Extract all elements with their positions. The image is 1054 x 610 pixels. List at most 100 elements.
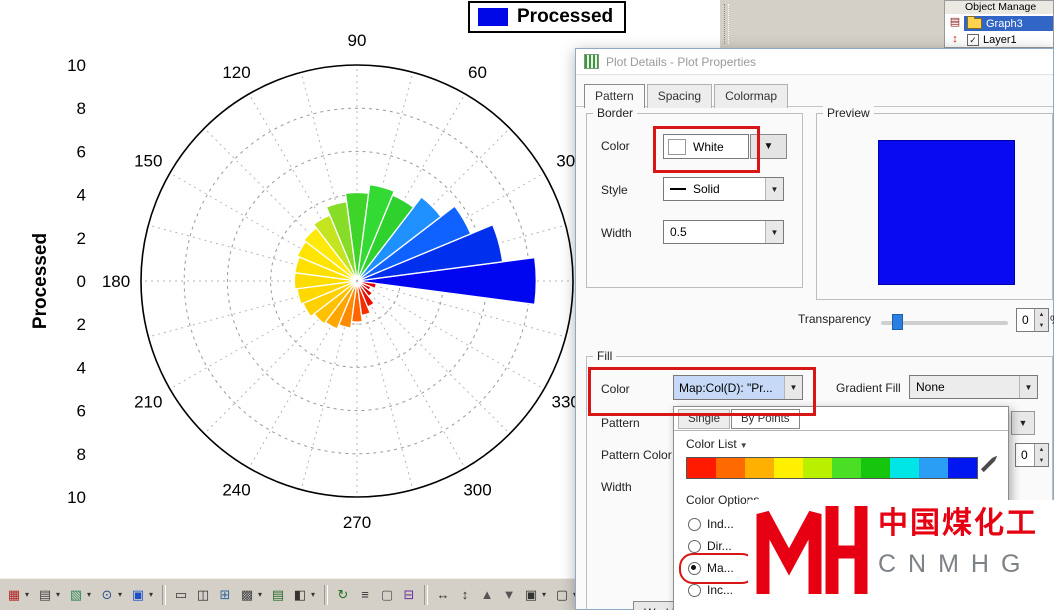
spinner-buttons[interactable]: ▲ ▼: [1034, 309, 1048, 331]
radial-tick-label: 2: [77, 315, 86, 334]
chevron-down-icon: ▼: [739, 441, 748, 450]
palette-color-swatch[interactable]: [919, 458, 948, 478]
radial-axis-title: Processed: [30, 233, 51, 329]
new-window-icon[interactable]: ▭: [171, 585, 191, 605]
spin-up-icon[interactable]: ▲: [1035, 444, 1048, 455]
border-color-value: White: [693, 139, 724, 154]
palette-color-swatch[interactable]: [832, 458, 861, 478]
group-objects-icon[interactable]: ▣: [521, 585, 541, 605]
tree-item-graph3[interactable]: Graph3: [964, 16, 1053, 31]
chevron-down-icon[interactable]: ▾: [87, 590, 95, 599]
fill-width-spinner[interactable]: 0 ▲ ▼: [1015, 443, 1049, 467]
chevron-down-icon[interactable]: ▾: [118, 590, 126, 599]
line-style-icon[interactable]: ▤: [35, 585, 55, 605]
chevron-down-icon[interactable]: ▾: [542, 590, 550, 599]
legend[interactable]: Processed: [468, 1, 626, 33]
popup-tab-single[interactable]: Single: [678, 409, 730, 429]
border-style-combo[interactable]: Solid ▼: [663, 177, 784, 201]
plot-type-icon[interactable]: ▧: [66, 585, 86, 605]
transparency-slider-handle[interactable]: [892, 314, 903, 330]
radio-label: Ind...: [707, 517, 734, 531]
refresh-icon[interactable]: ↻: [333, 585, 353, 605]
zoom-tool-icon[interactable]: ⊙: [97, 585, 117, 605]
tab-spacing[interactable]: Spacing: [646, 84, 713, 108]
folder-icon: [967, 16, 982, 29]
checkbox-icon[interactable]: ✓: [967, 33, 979, 46]
transparency-spinner[interactable]: 0 ▲ ▼: [1016, 308, 1049, 332]
screen: 30 60 90 120 150 180 210 240 270 300 330 0 2 2 4 4 6 6 8 8 1…: [0, 0, 1054, 610]
radial-tick-label: 0: [77, 272, 86, 291]
chevron-down-icon[interactable]: ▾: [149, 590, 157, 599]
script-window-icon[interactable]: ≡: [355, 585, 375, 605]
object-manager-panel: Object Manage ▤ ↕ Graph3 ✓ Layer1: [944, 0, 1054, 48]
radio-icon[interactable]: [688, 583, 701, 597]
white-color-swatch: [668, 138, 686, 155]
send-back-icon[interactable]: ▼: [499, 585, 519, 605]
chevron-down-icon[interactable]: ▼: [765, 178, 783, 200]
border-color-combo[interactable]: White: [663, 134, 749, 159]
chevron-down-icon[interactable]: ▼: [765, 221, 783, 243]
fill-color-icon[interactable]: ▣: [128, 585, 148, 605]
popup-tab-by-points[interactable]: By Points: [730, 409, 800, 429]
chevron-down-icon[interactable]: ▾: [311, 590, 319, 599]
worksheet-icon[interactable]: ▤: [268, 585, 288, 605]
color-list-dropdown[interactable]: Color List ▼: [686, 437, 748, 451]
chevron-down-icon[interactable]: ▾: [56, 590, 64, 599]
palette-color-swatch[interactable]: [687, 458, 716, 478]
preview-swatch: [878, 140, 1015, 285]
tree-item-layer1[interactable]: ✓ Layer1: [964, 32, 1020, 47]
angular-tick-label: 180: [102, 272, 130, 291]
pattern-color-label: Pattern Color: [601, 448, 672, 462]
gradient-fill-combo[interactable]: None ▼: [909, 375, 1038, 399]
preview-group-legend: Preview: [823, 106, 874, 120]
spin-up-icon[interactable]: ▲: [1035, 309, 1048, 320]
chevron-down-icon[interactable]: ▼: [784, 376, 802, 399]
duplicate-window-icon[interactable]: ◫: [193, 585, 213, 605]
top-toolbar-area: Object Manage ▤ ↕ Graph3 ✓ Layer1: [720, 0, 1054, 48]
dialog-title: Plot Details - Plot Properties: [606, 54, 757, 69]
ungroup-objects-icon[interactable]: ▢: [552, 585, 572, 605]
chevron-down-icon[interactable]: ▾: [25, 590, 33, 599]
radio-label: Ma...: [707, 561, 734, 575]
palette-color-swatch[interactable]: [803, 458, 832, 478]
resize-horizontal-icon[interactable]: ↔: [433, 585, 453, 605]
radio-icon[interactable]: [688, 539, 701, 553]
tab-colormap[interactable]: Colormap: [714, 84, 789, 108]
lock-scale-icon[interactable]: ⊟: [399, 585, 419, 605]
angular-tick-label: 90: [348, 31, 367, 50]
palette-color-swatch[interactable]: [861, 458, 890, 478]
axes-tool-icon[interactable]: ↕: [948, 32, 963, 47]
font-color-icon[interactable]: ▦: [4, 585, 24, 605]
spin-down-icon[interactable]: ▼: [1035, 320, 1048, 331]
object-manager-title: Object Manage: [945, 1, 1053, 14]
pattern-combo-arrow[interactable]: ▼: [1011, 411, 1035, 435]
resize-vertical-icon[interactable]: ↕: [455, 585, 475, 605]
dialog-titlebar[interactable]: Plot Details - Plot Properties: [576, 49, 1053, 75]
bring-front-icon[interactable]: ▲: [477, 585, 497, 605]
spinner-buttons[interactable]: ▲ ▼: [1034, 444, 1048, 466]
percent-label: %: [1050, 313, 1054, 327]
border-color-dropdown-button[interactable]: ▼: [750, 134, 787, 159]
radio-icon[interactable]: [688, 561, 701, 575]
palette-color-swatch[interactable]: [890, 458, 919, 478]
chevron-down-icon[interactable]: ▼: [1019, 376, 1037, 398]
pattern-label: Pattern: [601, 416, 640, 430]
palette-color-swatch[interactable]: [774, 458, 803, 478]
radio-icon[interactable]: [688, 517, 701, 531]
matrix-icon[interactable]: ▩: [237, 585, 257, 605]
palette-color-swatch[interactable]: [745, 458, 774, 478]
fill-color-combo[interactable]: Map:Col(D): "Pr... ▼: [673, 375, 803, 400]
spin-down-icon[interactable]: ▼: [1035, 455, 1048, 466]
snap-grid-icon[interactable]: ▢: [377, 585, 397, 605]
tab-pattern[interactable]: Pattern: [584, 84, 645, 108]
angular-tick-label: 210: [134, 392, 162, 411]
new-table-icon[interactable]: ⊞: [215, 585, 235, 605]
angular-tick-label: 120: [222, 63, 250, 82]
chevron-down-icon[interactable]: ▾: [258, 590, 266, 599]
palette-color-swatch[interactable]: [716, 458, 745, 478]
palette-color-swatch[interactable]: [948, 458, 977, 478]
layout-icon[interactable]: ◧: [290, 585, 310, 605]
layer-manager-icon[interactable]: ▤: [948, 15, 963, 30]
edit-pencil-icon[interactable]: [980, 457, 996, 473]
border-width-combo[interactable]: 0.5 ▼: [663, 220, 784, 244]
